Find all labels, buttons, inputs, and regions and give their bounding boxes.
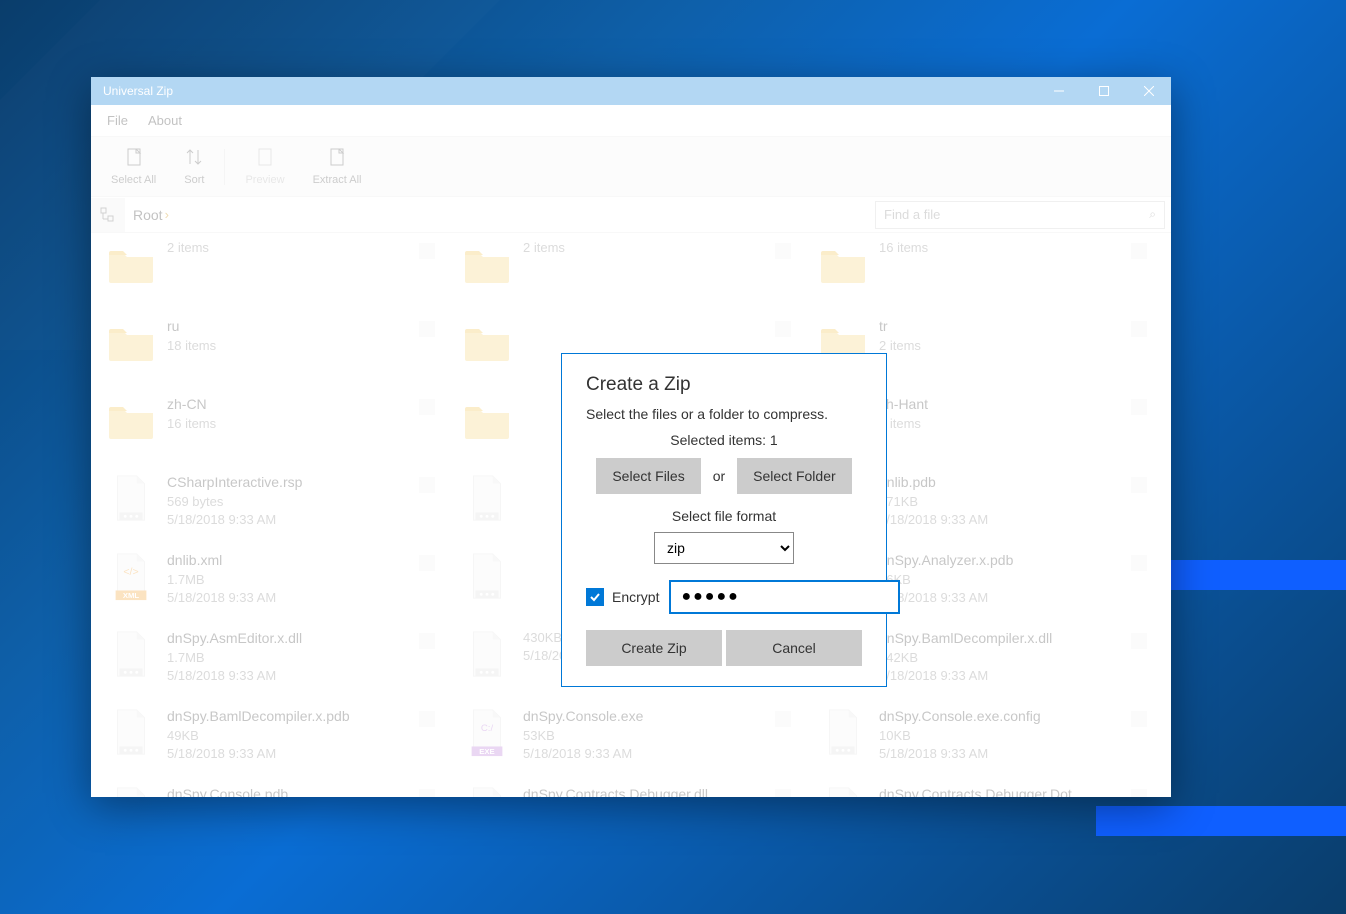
select-files-button[interactable]: Select Files (596, 458, 700, 494)
encrypt-label: Encrypt (612, 589, 659, 605)
app-window: Universal Zip File About Select All Sort… (91, 77, 1171, 797)
create-zip-dialog: Create a Zip Select the files or a folde… (561, 353, 887, 687)
format-label: Select file format (586, 508, 862, 524)
selected-count: Selected items: 1 (586, 432, 862, 448)
create-zip-button[interactable]: Create Zip (586, 630, 722, 666)
dialog-title: Create a Zip (586, 374, 862, 396)
format-select[interactable]: zip (654, 532, 794, 564)
select-folder-button[interactable]: Select Folder (737, 458, 851, 494)
password-input[interactable] (669, 580, 900, 614)
dialog-subtitle: Select the files or a folder to compress… (586, 406, 862, 422)
cancel-button[interactable]: Cancel (726, 630, 862, 666)
or-label: or (713, 468, 725, 484)
encrypt-checkbox[interactable] (586, 588, 604, 606)
